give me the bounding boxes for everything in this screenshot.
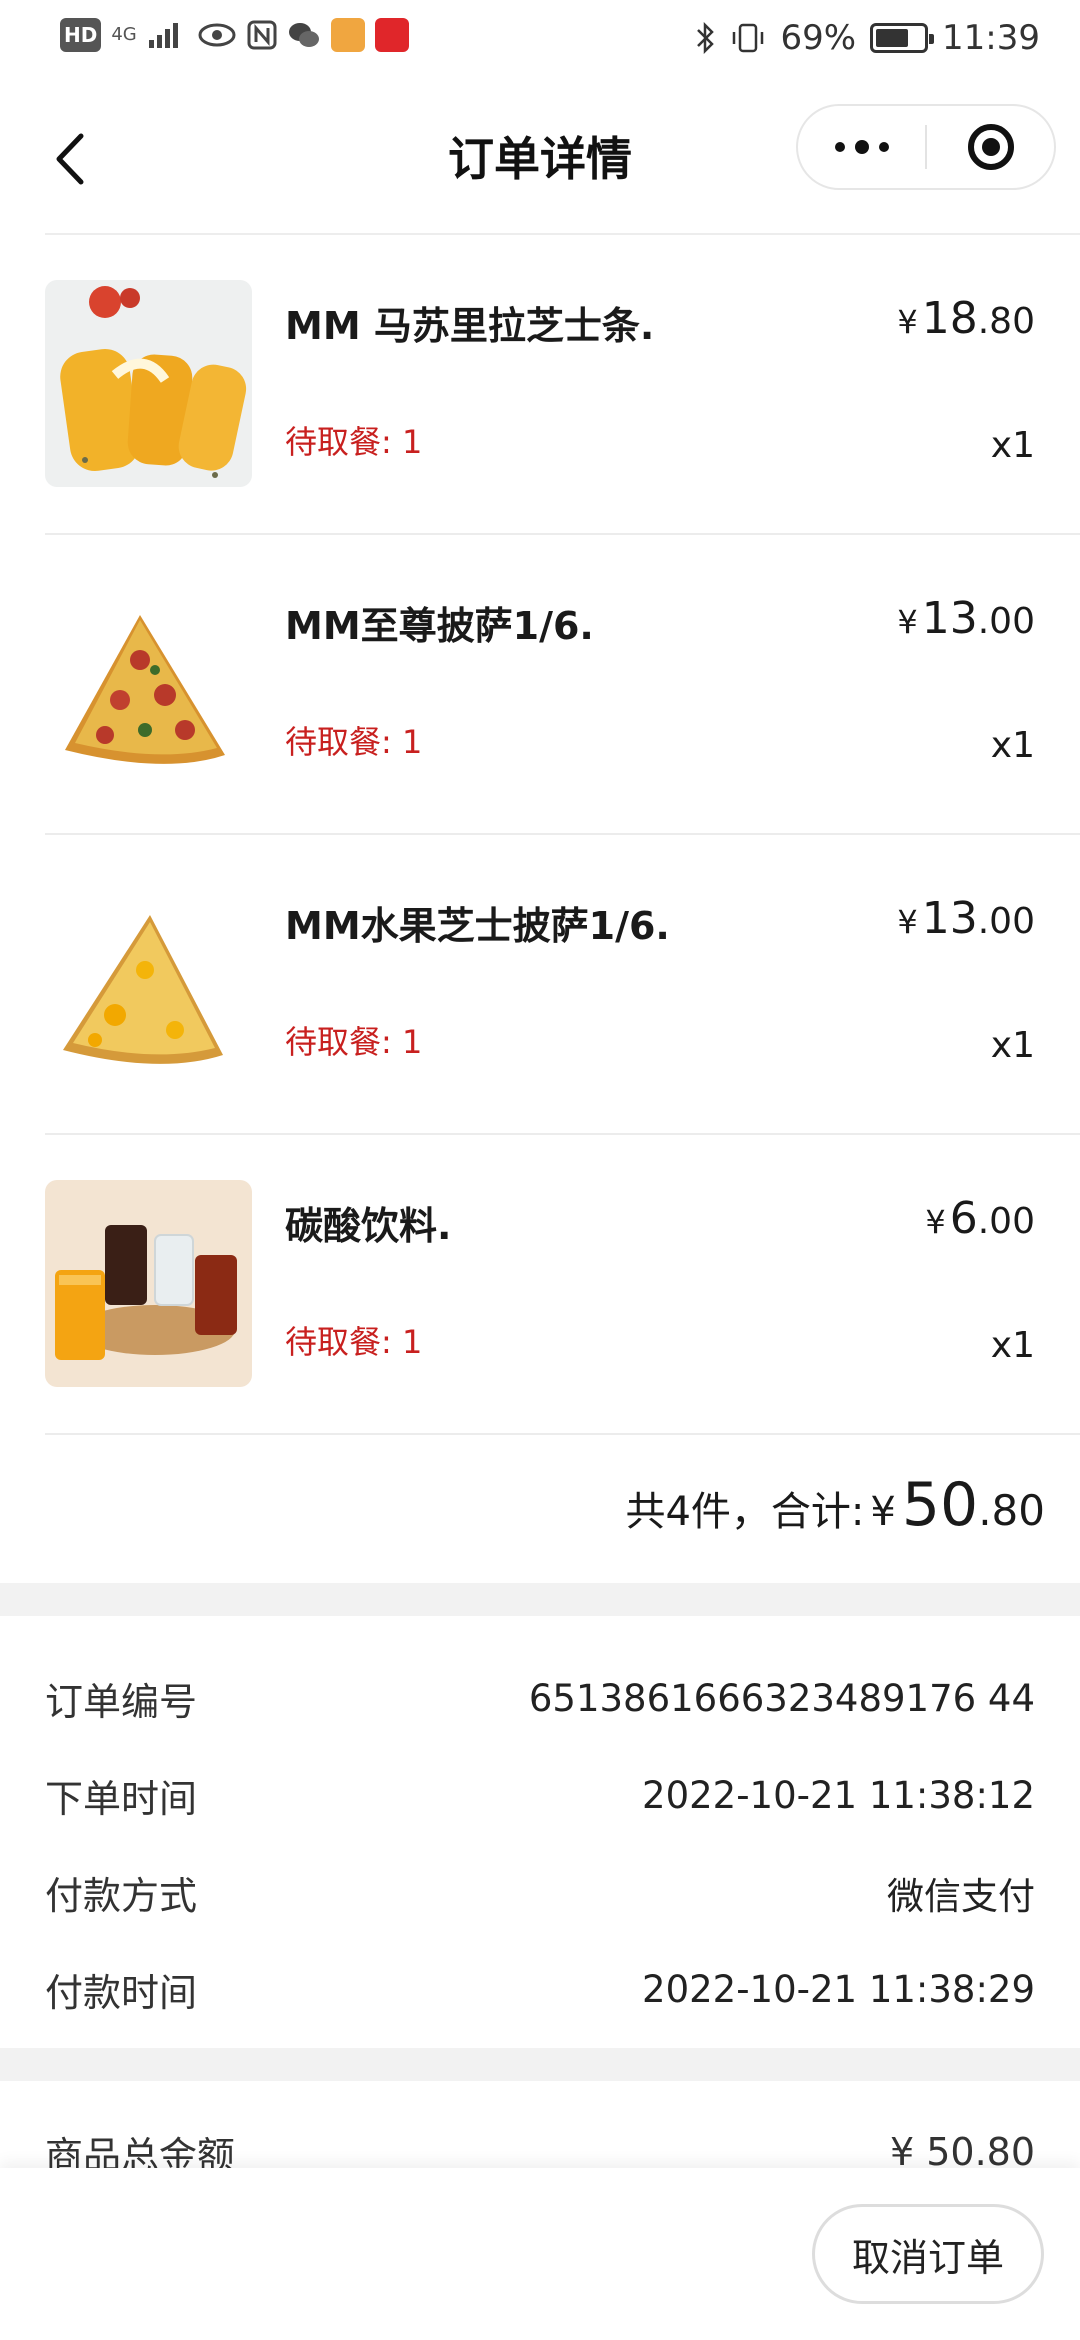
order-number-row: 订单编号 6513861666323489176 44 xyxy=(0,1650,1080,1747)
order-info-section: 订单编号 6513861666323489176 44 下单时间 2022-10… xyxy=(0,1650,1080,2038)
payment-time-value: 2022-10-21 11:38:29 xyxy=(642,1968,1035,2011)
price-integer: 18 xyxy=(921,293,978,344)
hd-icon: HD xyxy=(60,18,102,52)
battery-percent: 69% xyxy=(780,18,857,58)
currency-symbol: ¥ xyxy=(925,1203,946,1241)
info-label: 订单编号 xyxy=(45,1680,198,1724)
cheese-sticks-image xyxy=(45,280,252,487)
status-bar: HD 4G 69% 11:39 xyxy=(0,0,1080,84)
item-quantity: x1 xyxy=(990,1025,1035,1066)
item-quantity: x1 xyxy=(990,1325,1035,1366)
price-cents: .00 xyxy=(977,1201,1035,1242)
section-separator xyxy=(0,2048,1080,2081)
status-left-icons: HD 4G xyxy=(60,18,409,52)
price-cents: .00 xyxy=(977,901,1035,942)
item-pickup-status: 待取餐: 1 xyxy=(285,1023,423,1061)
item-pickup-status: 待取餐: 1 xyxy=(285,423,423,461)
item-name: MM 马苏里拉芝士条. xyxy=(285,304,655,348)
order-item[interactable]: MM水果芝士披萨1/6. 待取餐: 1 ¥13.00 x1 xyxy=(45,835,1080,1135)
battery-fill xyxy=(876,29,909,47)
item-price: ¥13.00 xyxy=(897,893,1035,944)
order-detail-page: HD 4G 69% 11:39 订单详情 MM 马苏里拉芝士条. 待取餐: 1 … xyxy=(0,0,1080,2340)
bluetooth-icon xyxy=(697,22,715,54)
order-items-list: MM 马苏里拉芝士条. 待取餐: 1 ¥18.80 x1 MM至尊披萨1/6. xyxy=(0,235,1080,1435)
item-quantity: x1 xyxy=(990,425,1035,466)
item-price: ¥13.00 xyxy=(897,593,1035,644)
supreme-pizza-slice-image xyxy=(45,580,252,787)
price-integer: 13 xyxy=(921,593,978,644)
nfc-icon xyxy=(247,20,277,50)
status-right-icons: 69% 11:39 xyxy=(694,18,1040,58)
price-cents: .80 xyxy=(977,301,1035,342)
order-item[interactable]: MM 马苏里拉芝士条. 待取餐: 1 ¥18.80 x1 xyxy=(45,235,1080,535)
item-price: ¥6.00 xyxy=(925,1193,1035,1244)
price-integer: 6 xyxy=(949,1193,978,1244)
eye-icon xyxy=(198,23,236,47)
status-time: 11:39 xyxy=(942,18,1040,58)
app-notification-icon-2 xyxy=(374,18,409,52)
soft-drinks-image xyxy=(45,1180,252,1387)
battery-icon xyxy=(870,23,935,53)
info-label: 付款方式 xyxy=(45,1874,198,1918)
more-button[interactable] xyxy=(798,106,925,188)
item-pickup-status: 待取餐: 1 xyxy=(285,723,423,761)
currency-symbol: ¥ xyxy=(897,903,918,941)
app-notification-icon xyxy=(330,18,365,52)
order-time-value: 2022-10-21 11:38:12 xyxy=(642,1774,1035,1817)
fruit-cheese-pizza-slice-image xyxy=(45,880,252,1087)
network-type-icon: 4G xyxy=(111,24,137,45)
order-item[interactable]: 碳酸饮料. 待取餐: 1 ¥6.00 x1 xyxy=(45,1135,1080,1435)
item-price: ¥18.80 xyxy=(897,293,1035,344)
signal-icon xyxy=(148,23,178,48)
payment-method-value: 微信支付 xyxy=(887,1874,1035,1918)
order-total: 共4件，合计: ¥ 50.80 xyxy=(625,1470,1045,1540)
more-dot-icon xyxy=(834,142,845,152)
section-separator xyxy=(0,1583,1080,1616)
info-label: 付款时间 xyxy=(45,1971,198,2015)
vibrate-icon xyxy=(733,23,764,53)
more-dot-icon xyxy=(854,140,869,154)
payment-time-row: 付款时间 2022-10-21 11:38:29 xyxy=(0,1941,1080,2038)
item-name: MM水果芝士披萨1/6. xyxy=(285,904,670,948)
bottom-action-bar: 取消订单 xyxy=(0,2168,1080,2340)
item-name: MM至尊披萨1/6. xyxy=(285,604,594,648)
currency-symbol: ¥ xyxy=(897,303,918,341)
payment-method-row: 付款方式 微信支付 xyxy=(0,1844,1080,1941)
order-time-row: 下单时间 2022-10-21 11:38:12 xyxy=(0,1747,1080,1844)
total-integer: 50 xyxy=(901,1470,979,1540)
item-pickup-status: 待取餐: 1 xyxy=(285,1323,423,1361)
currency-symbol: ¥ xyxy=(870,1489,896,1535)
target-close-icon xyxy=(967,124,1014,170)
order-item[interactable]: MM至尊披萨1/6. 待取餐: 1 ¥13.00 x1 xyxy=(45,535,1080,835)
item-name: 碳酸饮料. xyxy=(285,1204,452,1248)
nav-bar: 订单详情 xyxy=(0,84,1080,234)
total-count-label: 共4件，合计: xyxy=(625,1489,865,1535)
more-dot-icon xyxy=(878,142,889,152)
wechat-icon xyxy=(288,23,319,47)
mini-program-capsule xyxy=(796,104,1056,190)
cancel-order-button[interactable]: 取消订单 xyxy=(812,2204,1044,2304)
currency-symbol: ¥ xyxy=(897,603,918,641)
price-cents: .00 xyxy=(977,601,1035,642)
price-integer: 13 xyxy=(921,893,978,944)
close-mini-program-button[interactable] xyxy=(927,106,1054,188)
item-quantity: x1 xyxy=(990,725,1035,766)
info-label: 下单时间 xyxy=(45,1777,198,1821)
order-number-value: 6513861666323489176 44 xyxy=(528,1677,1035,1720)
total-cents: .80 xyxy=(978,1486,1045,1535)
